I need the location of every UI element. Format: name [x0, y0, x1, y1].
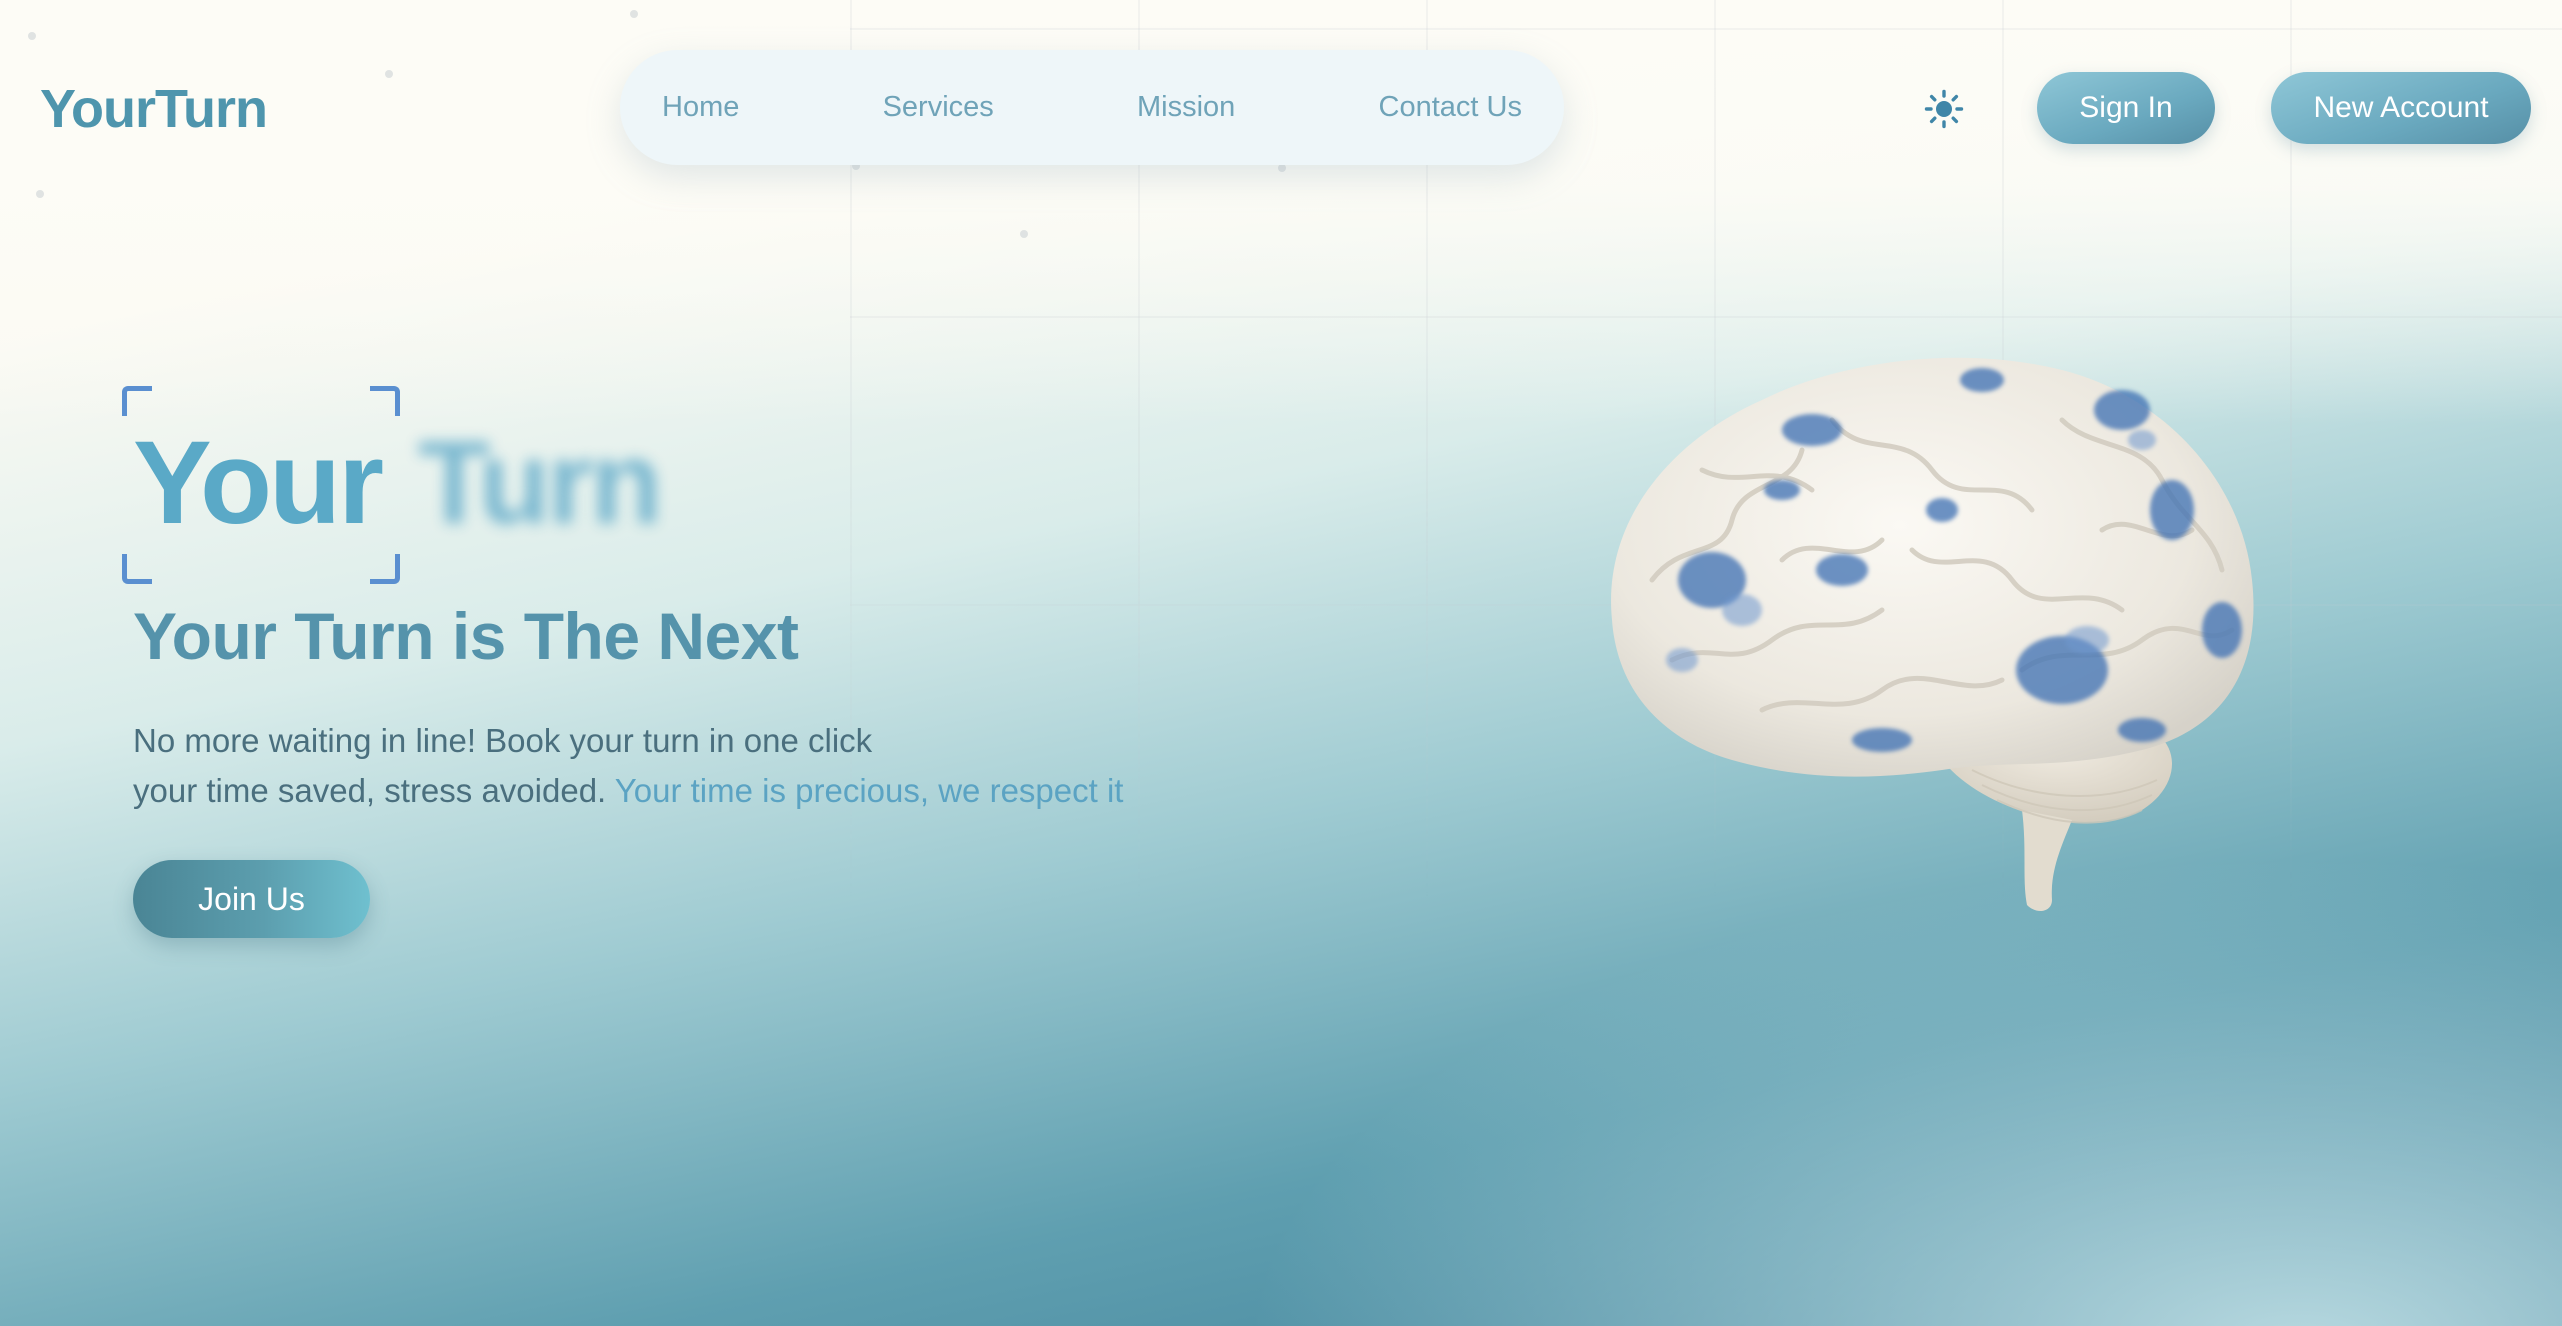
hero-subtitle: Your Turn is The Next [133, 599, 799, 673]
join-us-button[interactable]: Join Us [133, 860, 370, 938]
decor-dot [630, 10, 638, 18]
frame-corner [370, 386, 400, 416]
sign-in-button[interactable]: Sign In [2037, 72, 2215, 144]
main-nav: Home Services Mission Contact Us [620, 50, 1564, 165]
sun-icon [1924, 89, 1964, 129]
hero-word-turn: Turn [418, 417, 662, 549]
desc-accent: Your time is precious, we respect it [614, 772, 1124, 809]
hero-word-your: Your [133, 417, 384, 549]
brand-logo[interactable]: YourTurn [40, 78, 268, 140]
nav-item-home[interactable]: Home [662, 91, 739, 124]
decor-dot [36, 190, 44, 198]
decor-dot [385, 70, 393, 78]
nav-item-contact[interactable]: Contact Us [1379, 91, 1522, 124]
frame-corner [370, 554, 400, 584]
new-account-button[interactable]: New Account [2271, 72, 2531, 144]
desc-line-1: No more waiting in line! Book your turn … [133, 722, 873, 759]
desc-line-2: your time saved, stress avoided. [133, 772, 607, 809]
decor-dot [1278, 164, 1286, 172]
nav-item-mission[interactable]: Mission [1137, 91, 1235, 124]
nav-item-services[interactable]: Services [883, 91, 994, 124]
brain-illustration [1611, 357, 2254, 912]
frame-corner [122, 386, 152, 416]
frame-corner [122, 554, 152, 584]
theme-toggle-button[interactable] [1922, 87, 1966, 131]
hero-description: No more waiting in line! Book your turn … [133, 716, 1233, 816]
decor-dot [1020, 230, 1028, 238]
decor-dot [28, 32, 36, 40]
